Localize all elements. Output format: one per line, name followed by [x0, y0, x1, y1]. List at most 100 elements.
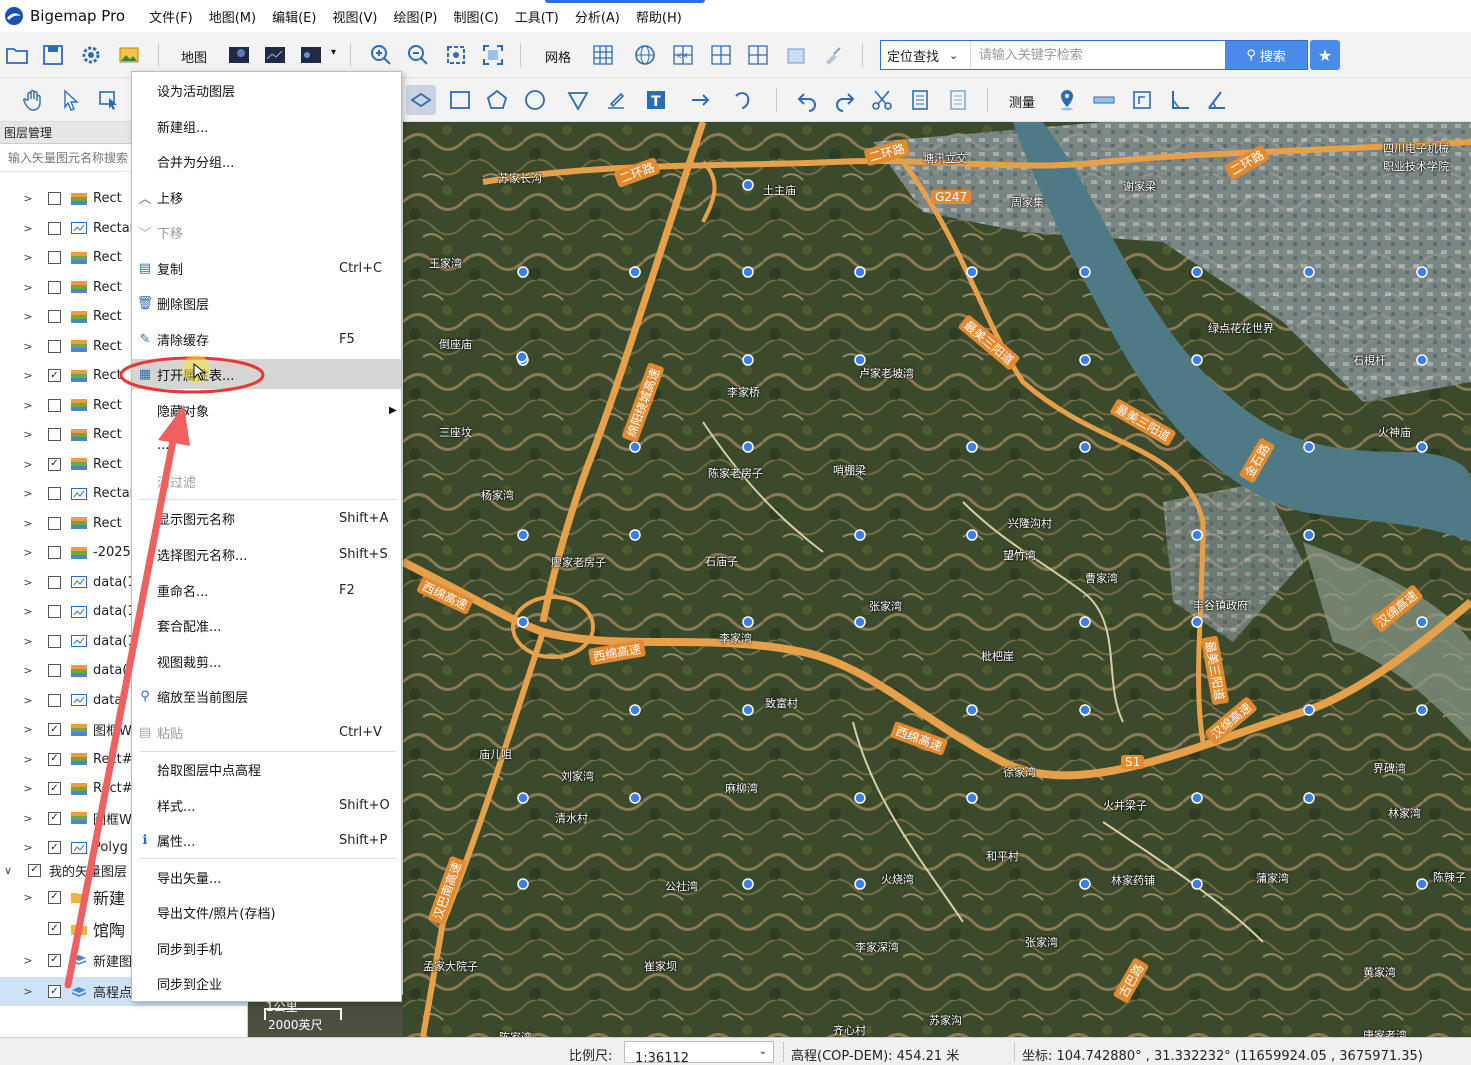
layer-visibility-checkbox[interactable]: ✓ — [48, 953, 61, 967]
elevation-point-marker[interactable] — [1416, 704, 1428, 716]
elevation-point-marker[interactable] — [629, 529, 641, 541]
elevation-point-marker[interactable] — [1191, 266, 1203, 278]
settings-gear-icon[interactable] — [76, 40, 106, 70]
elevation-point-marker[interactable] — [854, 529, 866, 541]
layer-visibility-checkbox[interactable]: ✓ — [48, 457, 61, 471]
layer-visibility-checkbox[interactable] — [48, 192, 61, 205]
export-icon[interactable] — [781, 40, 811, 70]
elevation-point-marker[interactable] — [854, 792, 866, 804]
map-canvas[interactable]: 苏家长沟 土主庙 塘汛立交 周家集 谢家梁 四川电子机械 职业技术学院 王家湾 倒座庙 李家桥 卢家… — [403, 122, 1471, 1037]
layer-visibility-checkbox[interactable] — [48, 221, 61, 235]
layer-visibility-checkbox[interactable] — [48, 280, 61, 294]
layer-visibility-checkbox[interactable] — [48, 634, 61, 648]
search-mode-select[interactable]: 定位查找 ⌄ — [881, 41, 971, 69]
elevation-point-marker[interactable] — [1416, 354, 1428, 366]
context-menu-item[interactable]: 合并为分组... — [132, 146, 401, 176]
context-menu-item[interactable]: ﹀ 下移 — [132, 217, 401, 247]
draw-line-icon[interactable] — [406, 85, 436, 115]
elevation-point-marker[interactable] — [1416, 441, 1428, 453]
globe-grid-icon[interactable] — [630, 40, 660, 70]
image-icon[interactable] — [114, 40, 144, 70]
paste-icon[interactable] — [943, 85, 973, 115]
elevation-point-marker[interactable] — [516, 351, 528, 363]
draw-text-icon[interactable]: T — [641, 85, 671, 115]
expand-chevron-icon[interactable]: > — [22, 605, 34, 618]
elevation-point-marker[interactable] — [517, 616, 529, 628]
menu-help[interactable]: 帮助(H) — [628, 7, 690, 26]
expand-chevron-icon[interactable]: > — [22, 251, 34, 264]
copy-icon[interactable] — [905, 85, 935, 115]
draw-circle-icon[interactable] — [520, 85, 550, 115]
measure-area-icon[interactable] — [1127, 85, 1157, 115]
context-menu-item[interactable]: 套合配准... — [132, 610, 401, 640]
clear-brush-icon[interactable] — [818, 40, 848, 70]
draw-polygon-icon[interactable] — [482, 85, 512, 115]
layer-visibility-checkbox[interactable] — [48, 487, 61, 500]
elevation-point-marker[interactable] — [1303, 529, 1315, 541]
context-menu-item[interactable]: 导出文件/照片(存档) — [132, 897, 401, 927]
elevation-point-marker[interactable] — [629, 441, 641, 453]
context-menu-item[interactable]: 消过滤 — [132, 466, 401, 496]
elevation-point-marker[interactable] — [1191, 616, 1203, 628]
layer-visibility-checkbox[interactable] — [48, 546, 61, 559]
menu-draw[interactable]: 绘图(P) — [386, 7, 446, 26]
elevation-point-marker[interactable] — [517, 266, 529, 278]
context-menu-item[interactable]: 新建组... — [132, 111, 401, 141]
expand-chevron-icon[interactable]: > — [22, 399, 34, 412]
elevation-point-marker[interactable] — [854, 266, 866, 278]
expand-chevron-icon[interactable]: > — [22, 723, 34, 736]
context-menu-item[interactable]: 导出矢量... — [132, 862, 401, 892]
elevation-point-marker[interactable] — [1191, 878, 1203, 890]
context-menu-item[interactable]: 选择图元名称... Shift+S — [132, 539, 401, 569]
grid-label[interactable]: 网格 — [545, 47, 571, 66]
expand-chevron-icon[interactable]: > — [22, 782, 34, 795]
group-visibility-checkbox[interactable]: ✓ — [28, 863, 41, 877]
layer-visibility-checkbox[interactable]: ✓ — [48, 723, 61, 736]
elevation-point-marker[interactable] — [1416, 878, 1428, 890]
elevation-point-marker[interactable] — [966, 704, 978, 716]
full-extent-icon[interactable] — [478, 40, 508, 70]
elevation-point-marker[interactable] — [1079, 354, 1091, 366]
context-menu-item[interactable]: 显示图元名称 Shift+A — [132, 503, 401, 533]
context-menu-item[interactable]: ︿ 上移 — [132, 182, 401, 212]
save-icon[interactable] — [38, 40, 68, 70]
context-menu-item[interactable]: 同步到企业 — [132, 968, 401, 998]
menu-view[interactable]: 视图(V) — [324, 7, 385, 26]
context-menu-item[interactable]: 视图裁剪... — [132, 646, 401, 676]
elevation-point-marker[interactable] — [966, 792, 978, 804]
mgrs-grid-icon[interactable] — [743, 40, 773, 70]
menu-tools[interactable]: 工具(T) — [507, 7, 567, 26]
layer-visibility-checkbox[interactable]: ✓ — [48, 985, 61, 998]
expand-chevron-icon[interactable]: > — [22, 458, 34, 471]
elevation-point-marker[interactable] — [1079, 266, 1091, 278]
context-menu-item[interactable]: ℹ 属性... Shift+P — [132, 825, 401, 855]
layer-visibility-checkbox[interactable]: ✓ — [48, 922, 61, 935]
layer-visibility-checkbox[interactable] — [48, 398, 61, 412]
expand-chevron-icon[interactable]: > — [22, 340, 34, 353]
map-dropdown-chevron-icon[interactable]: ▾ — [331, 47, 336, 58]
terrain-map-icon[interactable] — [296, 40, 326, 70]
layer-visibility-checkbox[interactable]: ✓ — [48, 782, 61, 795]
layer-visibility-checkbox[interactable]: ✓ — [48, 841, 61, 854]
menu-edit[interactable]: 编辑(E) — [264, 7, 324, 26]
elevation-point-marker[interactable] — [742, 704, 754, 716]
expand-chevron-icon[interactable]: > — [22, 576, 34, 589]
context-menu-item[interactable]: 样式... Shift+O — [132, 790, 401, 820]
favorite-star-button[interactable]: ★ — [1310, 40, 1340, 70]
context-menu-item[interactable]: 隐藏对象 ▶ — [132, 395, 401, 425]
context-menu-item[interactable]: 重命名... F2 — [132, 575, 401, 605]
elevation-point-marker[interactable] — [742, 878, 754, 890]
layer-visibility-checkbox[interactable] — [48, 605, 61, 618]
elevation-point-marker[interactable] — [742, 354, 754, 366]
utm-grid-icon[interactable] — [706, 40, 736, 70]
elevation-point-marker[interactable] — [1416, 616, 1428, 628]
elevation-point-marker[interactable] — [629, 704, 641, 716]
menu-map[interactable]: 地图(M) — [201, 7, 264, 26]
cut-scissors-icon[interactable] — [867, 85, 897, 115]
elevation-point-marker[interactable] — [1303, 441, 1315, 453]
expand-chevron-icon[interactable]: > — [22, 546, 34, 559]
box-select-icon[interactable] — [94, 85, 124, 115]
layer-visibility-checkbox[interactable] — [48, 428, 61, 441]
draw-curve-icon[interactable] — [729, 85, 759, 115]
elevation-point-marker[interactable] — [1303, 266, 1315, 278]
